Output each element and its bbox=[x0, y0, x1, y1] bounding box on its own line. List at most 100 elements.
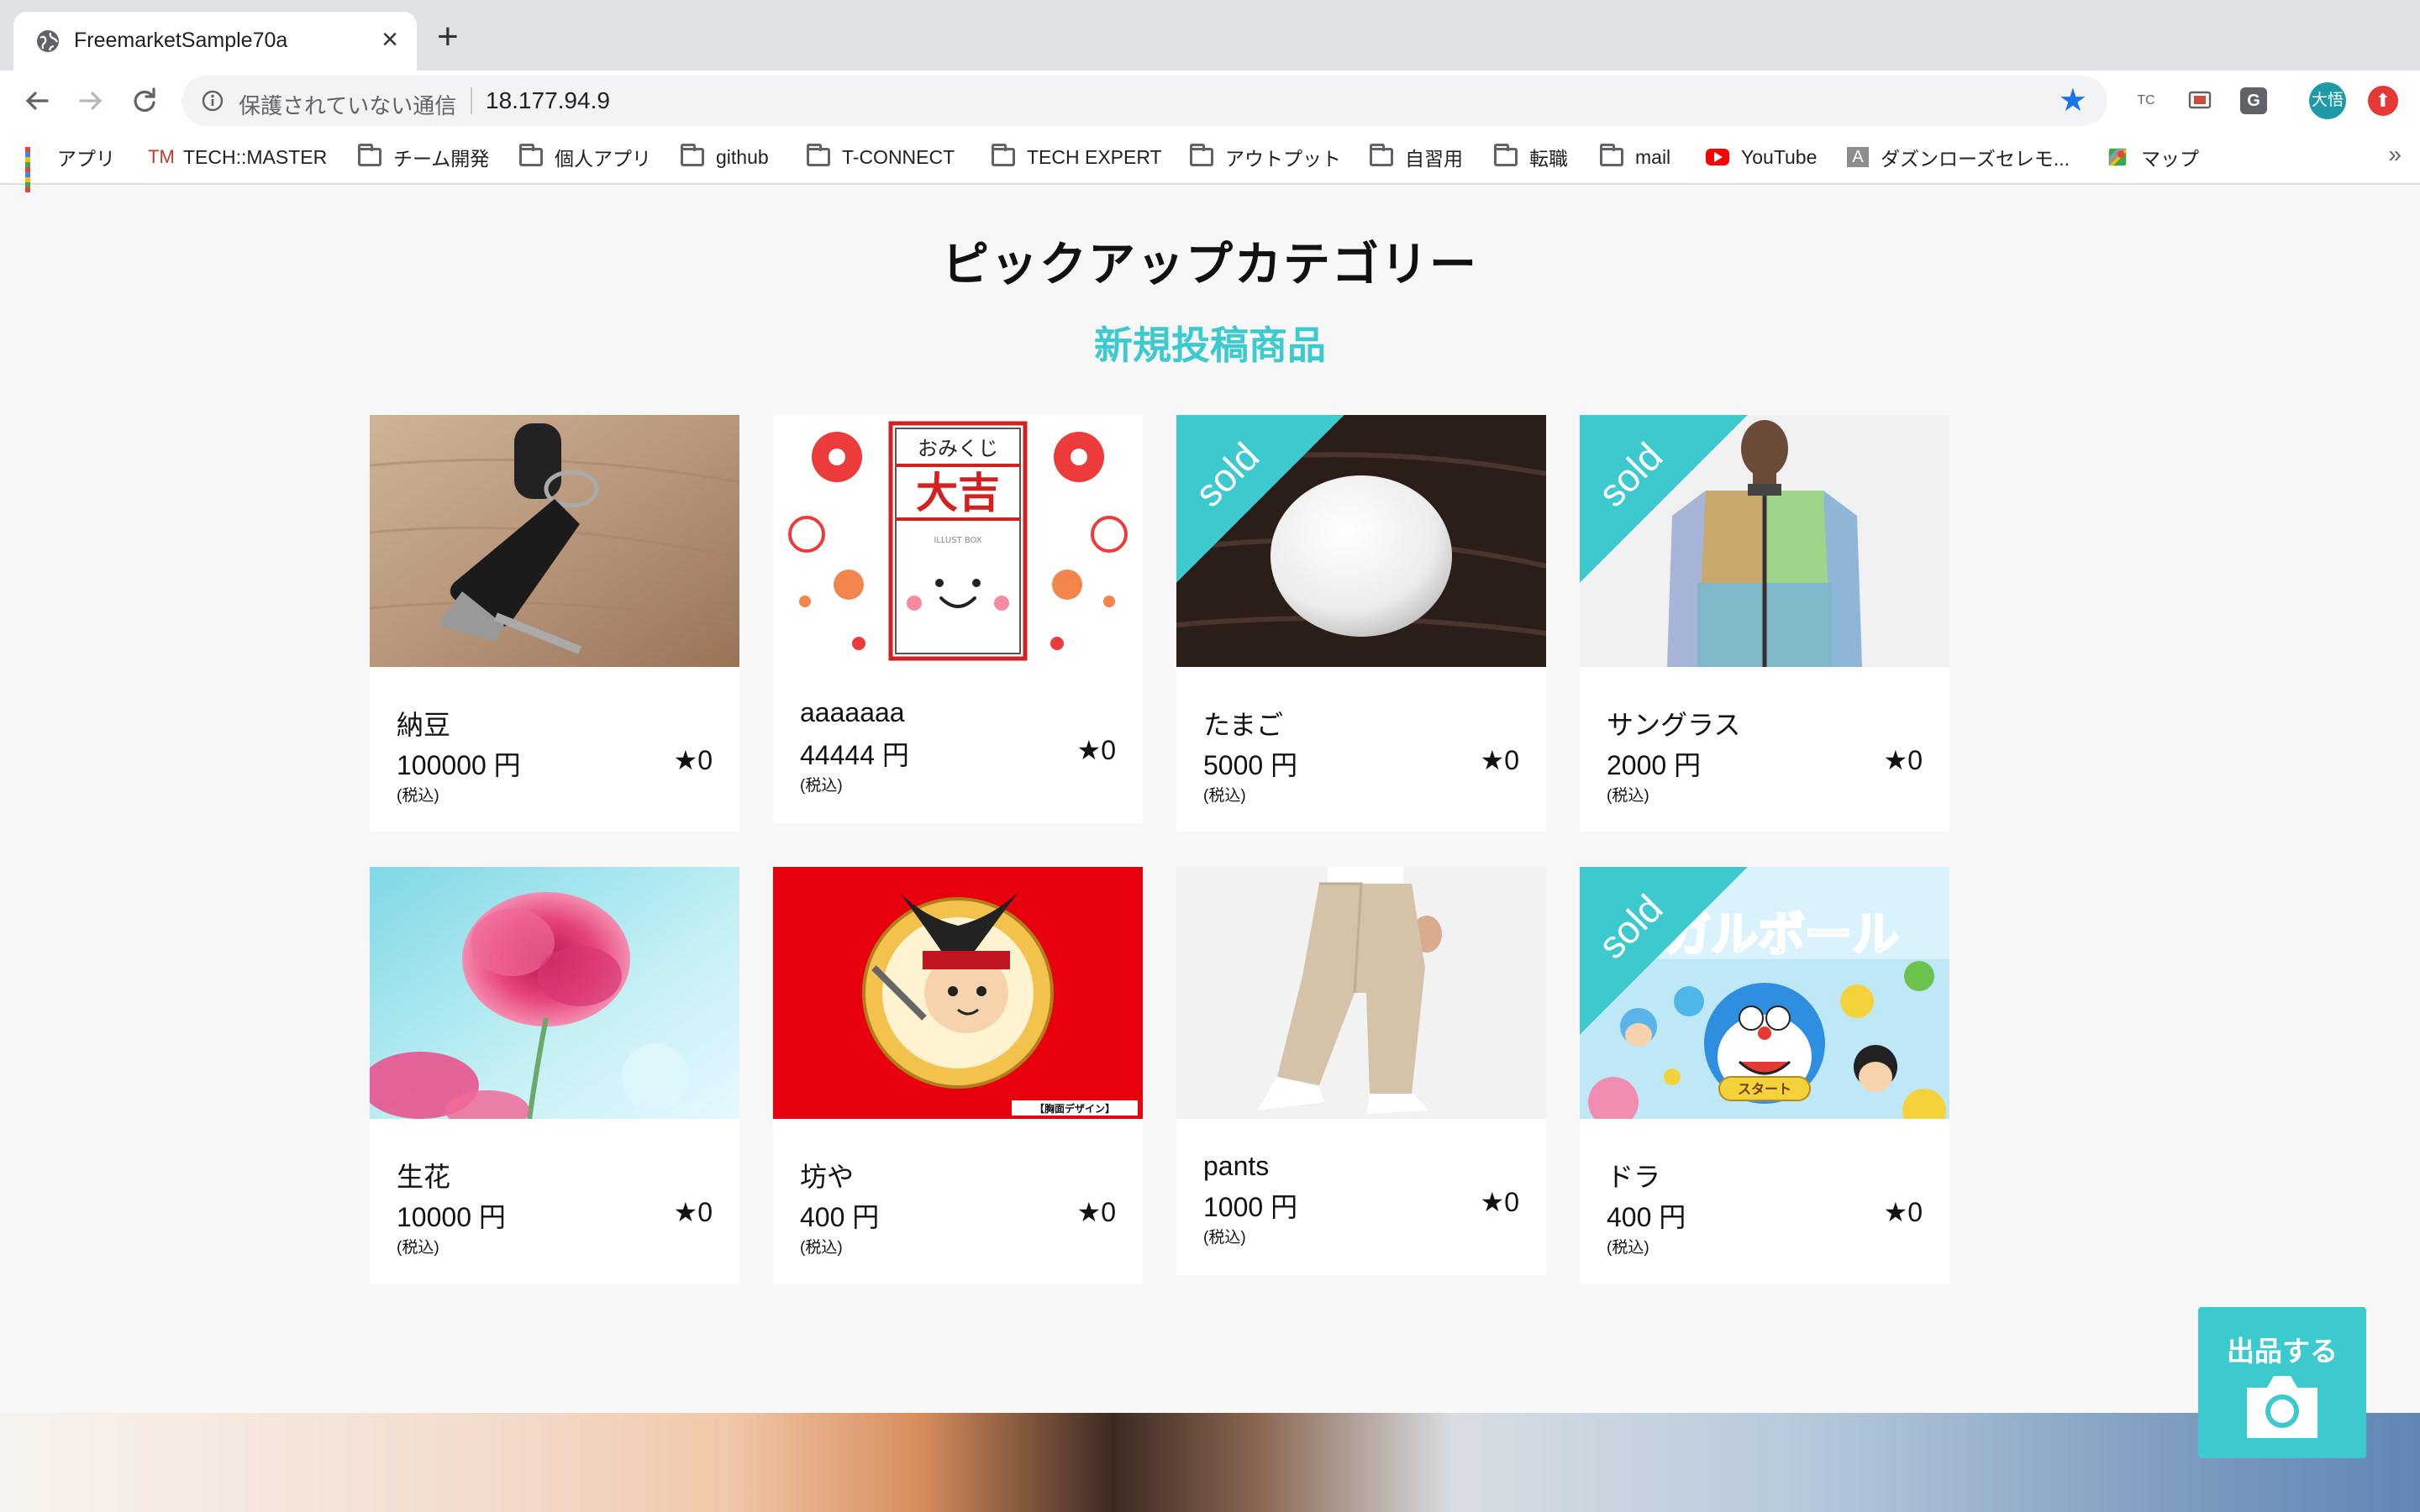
product-price: 10000 円 bbox=[397, 1202, 506, 1232]
bookmark-apps[interactable]: アプリ bbox=[25, 143, 115, 192]
bookmark-tech-expert[interactable]: TECH EXPERT bbox=[992, 143, 1162, 171]
product-name: ドラ bbox=[1607, 1162, 1661, 1192]
likes-count: ★0 bbox=[1480, 1187, 1519, 1217]
product-name: aaaaaaa bbox=[800, 697, 905, 727]
bookmark-youtube[interactable]: YouTube bbox=[1706, 143, 1817, 171]
product-price: 5000 円 bbox=[1203, 750, 1298, 780]
bookmark-label: YouTube bbox=[1741, 145, 1818, 168]
product-card[interactable]: sold サングラス 2000 円 (税込) ★0 bbox=[1580, 415, 1949, 832]
carp-mascot-illustration: 【胸面デザイン】 bbox=[773, 867, 1143, 1119]
product-card[interactable]: 生花 10000 円 (税込) ★0 bbox=[370, 867, 739, 1284]
tax-label: (税込) bbox=[1203, 787, 1246, 805]
bookmark-label: ダズンローズセレモ... bbox=[1881, 148, 2070, 170]
product-name: たまご bbox=[1203, 710, 1284, 740]
bookmark-maps[interactable]: マップ bbox=[2106, 143, 2199, 171]
omikuji-main-text: 大吉 bbox=[916, 469, 1000, 517]
bookmark-label: チーム開発 bbox=[393, 148, 490, 170]
bookmark-personal-app[interactable]: 個人アプリ bbox=[519, 143, 651, 171]
bookmark-label: T-CONNECT bbox=[842, 145, 955, 168]
car-keys-photo bbox=[370, 415, 739, 667]
omikuji-daikichi-illustration: おみくじ 大吉 ILLUST BOX bbox=[773, 415, 1143, 667]
product-card[interactable]: 【胸面デザイン】 坊や 400 円 (税込) ★0 bbox=[773, 867, 1143, 1284]
bookmark-job-change[interactable]: 転職 bbox=[1494, 143, 1568, 171]
product-card[interactable]: 納豆 100000 円 (税込) ★0 bbox=[370, 415, 739, 832]
bookmark-label: TECH EXPERT bbox=[1027, 145, 1162, 168]
insecure-connection-label[interactable]: 保護されていない通信 bbox=[239, 89, 456, 120]
bookmark-output[interactable]: アウトプット bbox=[1190, 143, 1341, 171]
tax-label: (税込) bbox=[1203, 1229, 1246, 1247]
youtube-icon bbox=[1706, 149, 1729, 165]
section-title: 新規投稿商品 bbox=[1094, 323, 1326, 367]
address-bar[interactable]: 保護されていない通信 18.177.94.9 ★ bbox=[182, 76, 2107, 126]
reload-icon[interactable] bbox=[126, 82, 163, 119]
bookmark-mail[interactable]: mail bbox=[1600, 143, 1670, 171]
bookmark-t-connect[interactable]: T-CONNECT bbox=[807, 143, 955, 171]
product-card[interactable]: pants 1000 円 (税込) ★0 bbox=[1176, 867, 1546, 1275]
tax-label: (税込) bbox=[1607, 1239, 1649, 1257]
bookmark-label: github bbox=[716, 145, 769, 168]
browser-tab[interactable]: FreemarketSample70a × bbox=[13, 12, 417, 71]
bookmark-techmaster[interactable]: TM TECH::MASTER bbox=[148, 143, 327, 171]
bookmarks-overflow-button[interactable]: » bbox=[2388, 141, 2402, 168]
techmaster-icon: TM bbox=[148, 146, 175, 167]
sell-button[interactable]: 出品する bbox=[2198, 1307, 2366, 1458]
folder-icon bbox=[807, 144, 830, 166]
product-card[interactable]: おみくじ 大吉 ILLUST BOX aaaaaaa 44444 円 (税込) … bbox=[773, 415, 1143, 823]
omikuji-sub-text: ILLUST BOX bbox=[934, 536, 981, 545]
product-card[interactable]: sold たまご 5000 円 (税込) ★0 bbox=[1176, 415, 1546, 832]
likes-count: ★0 bbox=[1883, 1197, 1923, 1227]
tab-title: FreemarketSample70a bbox=[74, 29, 288, 52]
maps-icon bbox=[2108, 148, 2127, 166]
product-price: 100000 円 bbox=[397, 750, 521, 780]
folder-icon bbox=[358, 144, 381, 166]
game-start-text: スタート bbox=[1738, 1081, 1791, 1097]
folder-icon bbox=[992, 144, 1015, 166]
product-name: 坊や bbox=[800, 1162, 855, 1192]
camera-icon bbox=[2247, 1376, 2317, 1438]
likes-count: ★0 bbox=[1076, 735, 1116, 765]
bookmark-label: アウトプット bbox=[1225, 148, 1341, 170]
bookmark-label: TECH::MASTER bbox=[183, 145, 328, 168]
page-title: ピックアップカテゴリー bbox=[942, 238, 1478, 291]
folder-icon bbox=[1370, 144, 1393, 166]
info-icon[interactable] bbox=[202, 90, 224, 112]
omikuji-top-text: おみくじ bbox=[918, 437, 998, 460]
product-name: サングラス bbox=[1607, 710, 1741, 740]
tax-label: (税込) bbox=[800, 1239, 843, 1257]
bookmark-label: 転職 bbox=[1529, 148, 1568, 170]
url-text[interactable]: 18.177.94.9 bbox=[486, 87, 610, 114]
tax-label: (税込) bbox=[1607, 787, 1649, 805]
tc-extension-icon[interactable]: TC bbox=[2133, 87, 2160, 114]
product-card[interactable]: ガルボール スタート sold ドラ 400 円 (税込) ★0 bbox=[1580, 867, 1949, 1284]
hero-banner-image bbox=[0, 1413, 2420, 1512]
bookmark-team-dev[interactable]: チーム開発 bbox=[358, 143, 489, 171]
forward-arrow-icon[interactable] bbox=[72, 82, 109, 119]
folder-icon bbox=[681, 144, 704, 166]
profile-avatar[interactable]: 大悟 bbox=[2309, 82, 2346, 119]
pink-flower-photo bbox=[370, 867, 739, 1119]
back-arrow-icon[interactable] bbox=[18, 82, 55, 119]
product-price: 2000 円 bbox=[1607, 750, 1702, 780]
likes-count: ★0 bbox=[673, 1197, 713, 1227]
g-extension-icon[interactable]: G bbox=[2240, 87, 2267, 114]
bookmark-github[interactable]: github bbox=[681, 143, 769, 171]
bookmark-self-study[interactable]: 自習用 bbox=[1370, 143, 1463, 171]
bookmark-dozen-roses[interactable]: A ダズンローズセレモ... bbox=[1847, 143, 2070, 171]
pants-photo bbox=[1176, 867, 1546, 1119]
bookmark-label: マップ bbox=[2141, 148, 2199, 170]
new-tab-icon[interactable]: + bbox=[437, 18, 459, 55]
apps-grid-icon bbox=[25, 147, 45, 192]
tax-label: (税込) bbox=[800, 777, 843, 795]
likes-count: ★0 bbox=[1480, 745, 1519, 775]
sell-button-label: 出品する bbox=[2227, 1336, 2338, 1367]
close-tab-icon[interactable]: × bbox=[381, 23, 398, 56]
tab-strip: FreemarketSample70a × + bbox=[0, 0, 2420, 71]
update-icon[interactable]: ⬆ bbox=[2368, 86, 2398, 116]
bookmark-star-icon[interactable]: ★ bbox=[2059, 84, 2087, 118]
globe-icon bbox=[37, 30, 59, 52]
browser-toolbar: 保護されていない通信 18.177.94.9 ★ TC G 大悟 ⬆ bbox=[0, 71, 2420, 131]
cast-extension-icon[interactable] bbox=[2186, 87, 2213, 114]
a-site-icon: A bbox=[1847, 147, 1869, 167]
tax-label: (税込) bbox=[397, 1239, 439, 1257]
design-badge: 【胸面デザイン】 bbox=[1034, 1102, 1115, 1115]
